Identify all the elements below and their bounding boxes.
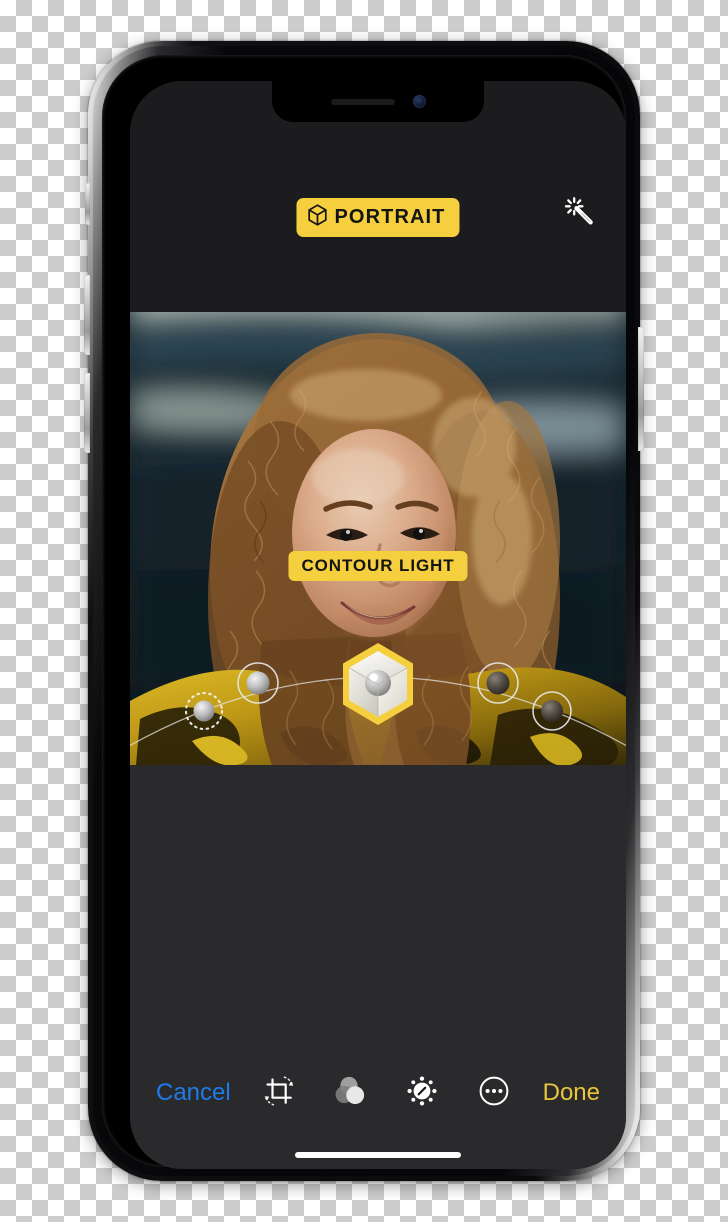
speaker-slot-icon [330,98,395,105]
adjust-button[interactable] [399,1070,445,1116]
cancel-button[interactable]: Cancel [156,1081,231,1105]
volume-down-button[interactable] [84,373,90,453]
volume-up-button[interactable] [84,275,90,355]
front-camera-icon [412,95,426,108]
iphone-device-frame: PORTRAIT CONTOUR LIGHT Cancel Done [84,41,644,1181]
auto-enhance-button[interactable] [560,194,600,234]
crop-rotate-icon [263,1075,295,1112]
filters-icon [334,1074,368,1113]
photo-preview[interactable]: CONTOUR LIGHT [130,271,626,765]
home-indicator[interactable] [295,1152,461,1158]
portrait-badge-label: PORTRAIT [334,206,446,228]
crop-rotate-button[interactable] [256,1070,302,1116]
done-button[interactable]: Done [543,1081,600,1105]
magic-wand-icon [563,195,597,234]
editor-top-bar: PORTRAIT [130,122,626,312]
cube-icon [307,204,327,230]
adjust-dial-icon [405,1074,439,1113]
ellipsis-circle-icon [477,1074,511,1113]
transparency-canvas: PORTRAIT CONTOUR LIGHT Cancel Done [0,0,728,1222]
side-power-button[interactable] [638,327,644,451]
device-screen: PORTRAIT CONTOUR LIGHT Cancel Done [130,81,626,1169]
editor-toolbar: Cancel Done [130,1063,626,1123]
silent-switch-button[interactable] [85,183,90,225]
filters-button[interactable] [328,1070,374,1116]
notch [272,81,484,122]
photo-image [130,271,626,765]
portrait-mode-badge[interactable]: PORTRAIT [296,198,460,237]
more-options-button[interactable] [471,1070,517,1116]
device-bezel: PORTRAIT CONTOUR LIGHT Cancel Done [102,55,626,1169]
